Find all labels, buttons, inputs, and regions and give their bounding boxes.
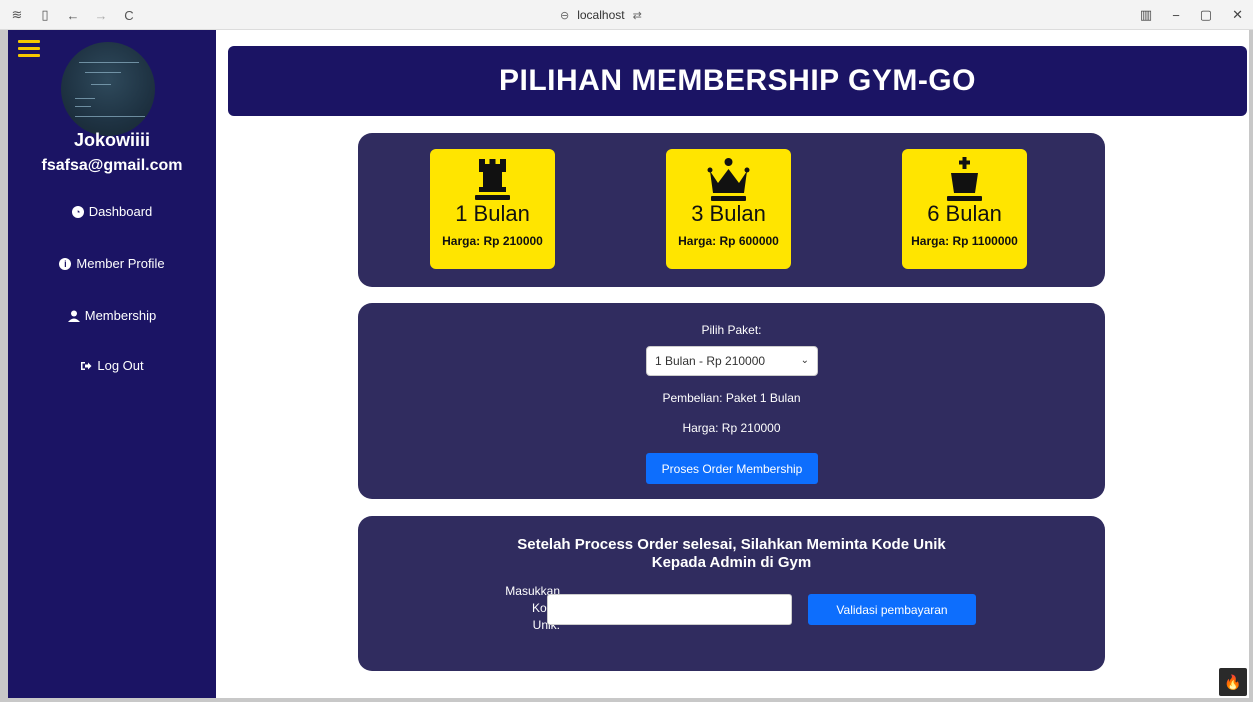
info-circle-icon: i — [59, 257, 72, 270]
sync-icon[interactable]: ⇄ — [633, 9, 642, 22]
link-icon: ⊖ — [560, 9, 570, 22]
validation-title-line-2: Kepada Admin di Gym — [651, 554, 812, 571]
package-price: Harga: Rp 210000 — [442, 234, 543, 248]
user-email: fsafsa@gmail.com — [41, 157, 183, 174]
user-name: Jokowiiii — [73, 130, 151, 150]
browser-logo-icon: ≋ — [11, 7, 23, 22]
unique-code-input[interactable] — [547, 594, 792, 625]
minimize-button[interactable]: − — [1172, 8, 1180, 23]
validation-title: Setelah Process Order selesai, Silahkan … — [358, 536, 1105, 572]
validation-title-line-1: Setelah Process Order selesai, Silahkan … — [517, 536, 946, 553]
reload-icon[interactable]: C — [122, 8, 136, 23]
close-button[interactable]: ✕ — [1232, 7, 1243, 23]
chevron-down-icon: ⌄ — [800, 355, 809, 366]
sidebar-item-label: Member Profile — [76, 256, 165, 271]
package-card-1-bulan[interactable]: 1 Bulan Harga: Rp 210000 — [430, 149, 555, 269]
package-select[interactable]: 1 Bulan - Rp 210000 ⌄ — [646, 346, 818, 376]
user-icon — [67, 310, 80, 322]
address-text: localhost — [577, 8, 625, 22]
restore-button[interactable]: ▢ — [1200, 7, 1212, 23]
process-order-button[interactable]: Proses Order Membership — [646, 453, 818, 484]
page-viewport: Jokowiiii fsafsa@gmail.com ◔ Dashboard i… — [8, 30, 1249, 698]
sidebar: Jokowiiii fsafsa@gmail.com ◔ Dashboard i… — [8, 30, 216, 698]
page-title: PILIHAN MEMBERSHIP GYM-GO — [499, 64, 976, 97]
split-view-icon[interactable]: ▥ — [1140, 7, 1152, 23]
package-select-value: 1 Bulan - Rp 210000 — [655, 354, 766, 368]
browser-nav: ≋ ▯ ← → C — [10, 0, 136, 30]
order-panel: Pilih Paket: 1 Bulan - Rp 210000 ⌄ Pembe… — [358, 303, 1105, 499]
select-package-label: Pilih Paket: — [701, 323, 762, 337]
back-icon[interactable]: ← — [66, 8, 80, 23]
package-price: Harga: Rp 600000 — [678, 234, 779, 248]
validate-payment-button[interactable]: Validasi pembayaran — [808, 594, 976, 625]
sidebar-item-membership[interactable]: Membership — [8, 308, 216, 323]
sidebar-item-dashboard[interactable]: ◔ Dashboard — [8, 204, 216, 219]
sidebar-item-label: Log Out — [97, 358, 144, 373]
package-duration: 1 Bulan — [455, 201, 530, 226]
sidebar-item-label: Membership — [84, 308, 157, 323]
package-card-6-bulan[interactable]: 6 Bulan Harga: Rp 1100000 — [902, 149, 1027, 269]
chess-rook-icon — [430, 155, 555, 203]
hamburger-menu-icon[interactable] — [18, 40, 40, 58]
validation-panel: Setelah Process Order selesai, Silahkan … — [358, 516, 1105, 671]
sidebar-item-log-out[interactable]: Log Out — [8, 358, 216, 373]
sidebar-item-member-profile[interactable]: i Member Profile — [8, 256, 216, 271]
sidebar-toggle-icon[interactable]: ▯ — [38, 7, 52, 23]
chess-queen-icon — [666, 155, 791, 203]
purchase-price: Harga: Rp 210000 — [682, 421, 781, 435]
window-controls: ▥ − ▢ ✕ — [1140, 0, 1243, 30]
browser-toolbar: ≋ ▯ ← → C ⊖ localhost ⇄ ▥ − ▢ ✕ — [0, 0, 1253, 30]
package-duration: 6 Bulan — [927, 201, 1002, 226]
address-bar[interactable]: ⊖ localhost ⇄ — [560, 0, 642, 30]
package-duration: 3 Bulan — [691, 201, 766, 226]
package-price: Harga: Rp 1100000 — [911, 234, 1018, 248]
page-title-banner: PILIHAN MEMBERSHIP GYM-GO — [228, 46, 1247, 116]
sidebar-item-label: Dashboard — [88, 204, 153, 219]
avatar — [61, 42, 155, 136]
purchase-summary: Pembelian: Paket 1 Bulan — [662, 391, 801, 405]
package-panel: 1 Bulan Harga: Rp 210000 3 Bulan Harga: … — [358, 133, 1105, 287]
flame-icon[interactable]: 🔥 — [1219, 668, 1247, 696]
package-card-3-bulan[interactable]: 3 Bulan Harga: Rp 600000 — [666, 149, 791, 269]
tachometer-icon: ◔ — [71, 205, 84, 218]
chess-king-icon — [902, 155, 1027, 203]
sign-out-icon — [80, 360, 92, 372]
forward-icon[interactable]: → — [94, 8, 108, 23]
